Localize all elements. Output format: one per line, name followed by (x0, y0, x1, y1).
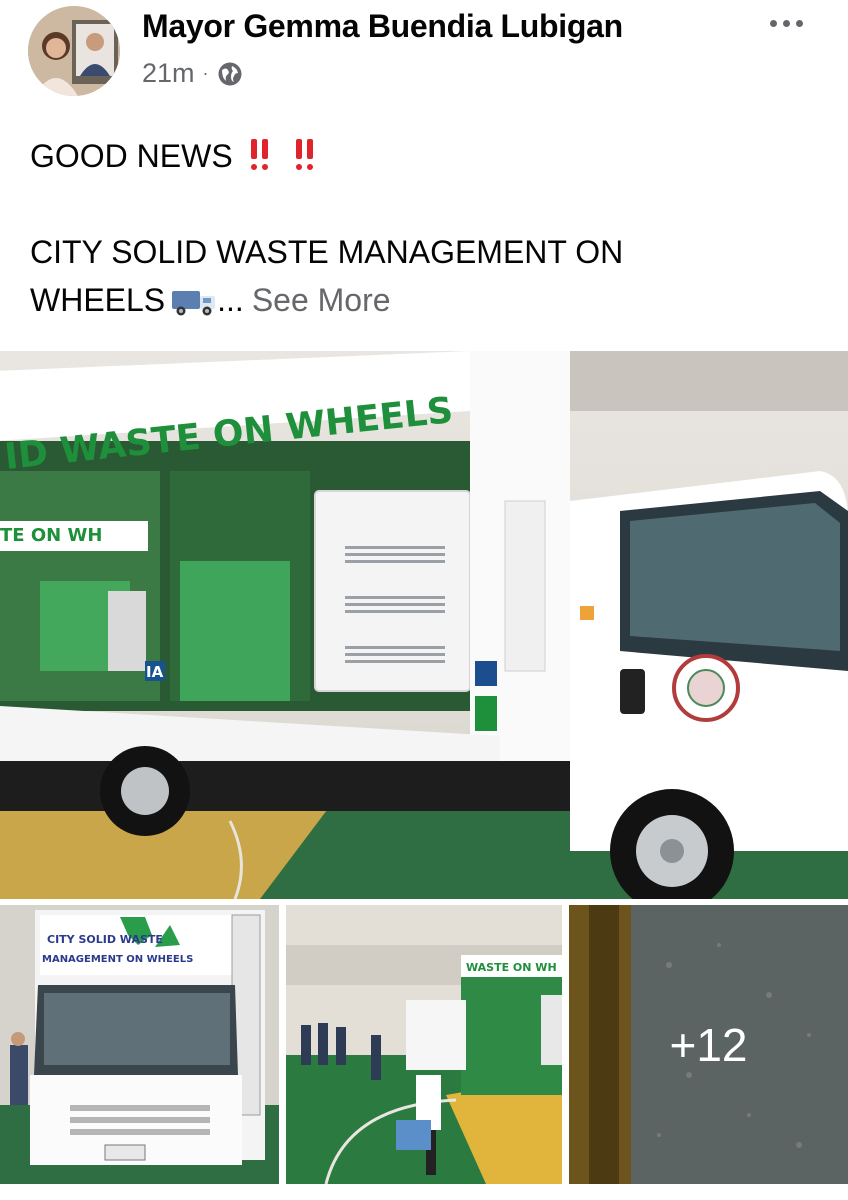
truck-emoji (171, 287, 217, 317)
globe-icon[interactable] (217, 61, 243, 87)
post-meta: 21m · (142, 58, 243, 89)
side-tag: IA (146, 663, 164, 681)
thumb1-sign-line1: CITY SOLID WASTE (47, 933, 163, 946)
thumb1-sign-line2: MANAGEMENT ON WHEELS (42, 954, 193, 965)
post-timestamp[interactable]: 21m (142, 58, 195, 89)
avatar[interactable] (28, 6, 120, 96)
post-text-line-3: WHEELS ... See More (30, 282, 391, 318)
more-horizontal-icon (769, 19, 777, 27)
post-text: GOOD NEWS CITY SOLID WASTE MANAGEMENT ON… (30, 132, 820, 324)
banner-text-2: TE ON WH (0, 525, 102, 546)
meta-separator: · (202, 63, 209, 83)
author-name[interactable]: Mayor Gemma Buendia Lubigan (142, 8, 623, 45)
see-more-link[interactable]: See More (252, 282, 391, 318)
text-ellipsis: ... (217, 282, 244, 318)
thumb2-sign: WASTE ON WH (466, 961, 557, 974)
post-text-line-1: GOOD NEWS (30, 132, 820, 180)
photo-thumbnail-1[interactable]: CITY SOLID WASTE MANAGEMENT ON WHEELS (0, 905, 279, 1184)
main-photo[interactable]: ID WASTE ON WHEELS TE ON WH IA (0, 351, 848, 899)
more-photos-overlay[interactable]: +12 (569, 905, 848, 1184)
post-text-line-2: CITY SOLID WASTE MANAGEMENT ON (30, 234, 624, 270)
double-exclamation-icon (248, 139, 324, 171)
photo-thumbnail-2[interactable]: WASTE ON WH (286, 905, 562, 1184)
post-header: Mayor Gemma Buendia Lubigan 21m · (0, 0, 848, 110)
photo-thumbnail-3[interactable]: +12 (569, 905, 848, 1184)
more-options-button[interactable] (762, 8, 810, 38)
